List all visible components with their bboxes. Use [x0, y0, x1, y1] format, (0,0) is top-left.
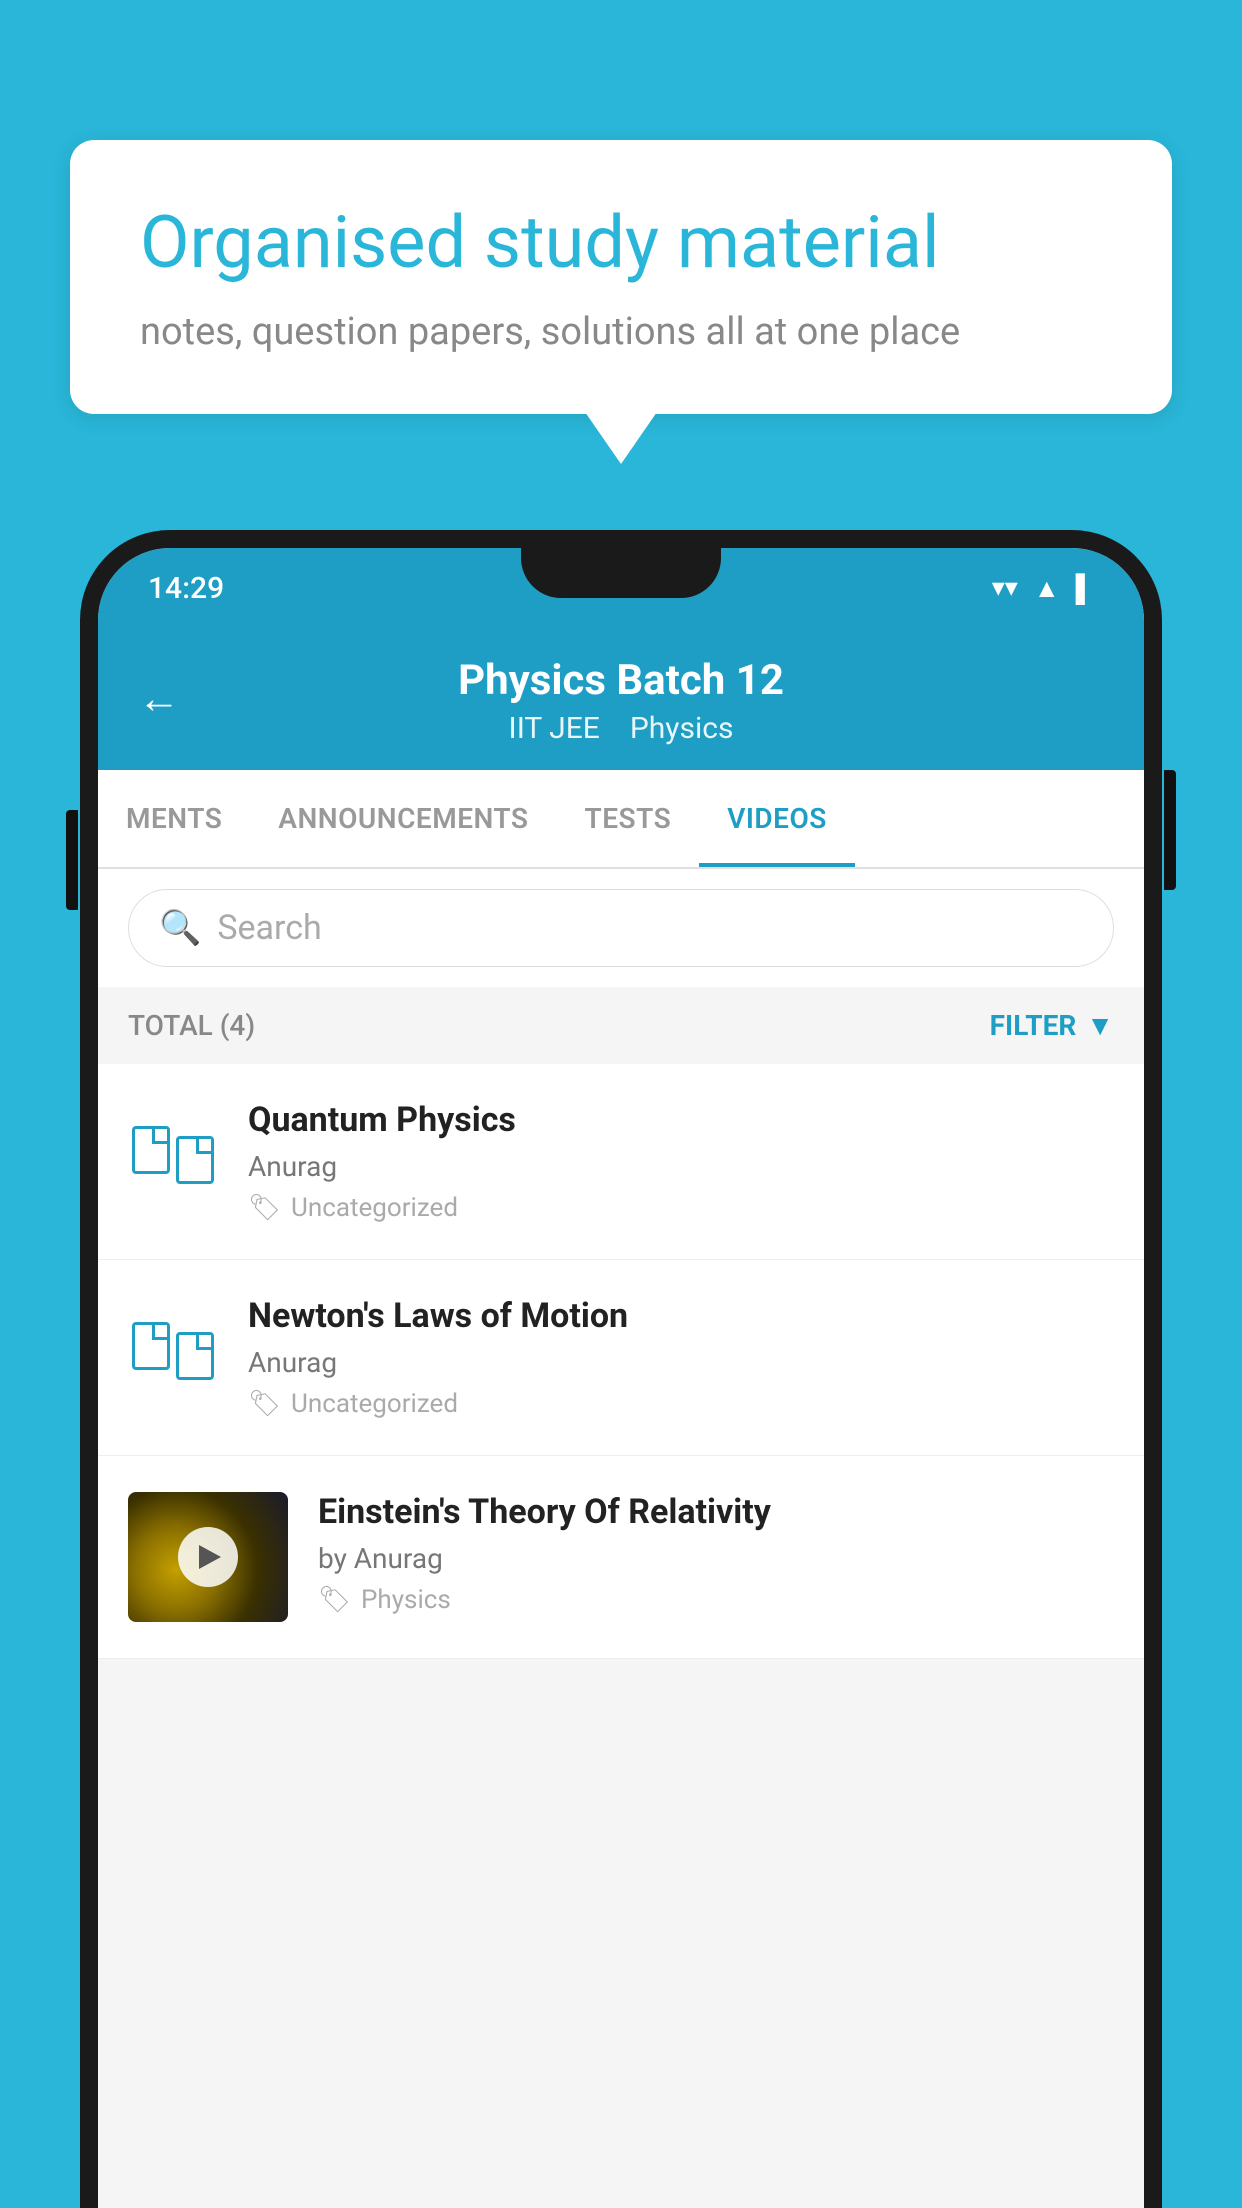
total-count: TOTAL (4)	[128, 1009, 255, 1042]
status-icons: ▾▾ ▲ ▌	[992, 573, 1094, 604]
video-title: Newton's Laws of Motion	[248, 1296, 1114, 1336]
tab-ments[interactable]: MENTS	[98, 770, 250, 867]
search-bar[interactable]: 🔍 Search	[128, 889, 1114, 967]
play-button[interactable]	[178, 1527, 238, 1587]
phone-screen: 14:29 ▾▾ ▲ ▌ ← Physics Batch 12 IIT JEE …	[98, 548, 1144, 2208]
video-title: Einstein's Theory Of Relativity	[318, 1492, 1114, 1532]
search-icon: 🔍	[159, 908, 201, 948]
search-placeholder: Search	[217, 908, 321, 948]
video-tag-row: 🏷 Uncategorized	[248, 1193, 1114, 1223]
back-button[interactable]: ←	[138, 675, 180, 724]
tag-icon: 🏷	[248, 1389, 281, 1419]
battery-icon: ▌	[1076, 573, 1094, 604]
video-tag: Physics	[361, 1585, 451, 1615]
list-item[interactable]: Newton's Laws of Motion Anurag 🏷 Uncateg…	[98, 1260, 1144, 1456]
video-author: Anurag	[248, 1150, 1114, 1183]
video-tag: Uncategorized	[291, 1193, 458, 1223]
list-item[interactable]: Quantum Physics Anurag 🏷 Uncategorized	[98, 1064, 1144, 1260]
filter-bar: TOTAL (4) FILTER ▼	[98, 987, 1144, 1064]
search-container: 🔍 Search	[98, 869, 1144, 987]
file-icon	[132, 1126, 214, 1184]
tag-physics: Physics	[630, 711, 734, 746]
phone-outer: 14:29 ▾▾ ▲ ▌ ← Physics Batch 12 IIT JEE …	[80, 530, 1162, 2208]
video-tag: Uncategorized	[291, 1389, 458, 1419]
file-page-2	[176, 1332, 214, 1380]
file-icon-container	[128, 1110, 218, 1200]
app-bar-subtitle: IIT JEE Physics	[509, 711, 734, 746]
tag-icon: 🏷	[318, 1585, 351, 1615]
tab-announcements[interactable]: ANNOUNCEMENTS	[250, 770, 556, 867]
tag-icon: 🏷	[248, 1193, 281, 1223]
video-title: Quantum Physics	[248, 1100, 1114, 1140]
video-thumbnail	[128, 1492, 288, 1622]
wifi-icon: ▾▾	[992, 573, 1018, 603]
filter-button[interactable]: FILTER ▼	[990, 1009, 1114, 1042]
file-page-1	[132, 1126, 170, 1174]
video-list: Quantum Physics Anurag 🏷 Uncategorized	[98, 1064, 1144, 1659]
speech-bubble-subtitle: notes, question papers, solutions all at…	[140, 310, 1102, 354]
list-item[interactable]: Einstein's Theory Of Relativity by Anura…	[98, 1456, 1144, 1659]
video-tag-row: 🏷 Physics	[318, 1585, 1114, 1615]
tab-videos[interactable]: VIDEOS	[699, 770, 855, 867]
video-info: Quantum Physics Anurag 🏷 Uncategorized	[248, 1100, 1114, 1223]
status-bar: 14:29 ▾▾ ▲ ▌	[98, 548, 1144, 628]
file-page-1	[132, 1322, 170, 1370]
tab-tests[interactable]: TESTS	[557, 770, 700, 867]
speech-bubble-title: Organised study material	[140, 200, 1102, 286]
speech-bubble: Organised study material notes, question…	[70, 140, 1172, 414]
video-author: by Anurag	[318, 1542, 1114, 1575]
speech-bubble-section: Organised study material notes, question…	[70, 140, 1172, 414]
video-tag-row: 🏷 Uncategorized	[248, 1389, 1114, 1419]
signal-icon: ▲	[1034, 573, 1060, 604]
app-bar-title: Physics Batch 12	[458, 656, 784, 705]
thumbnail-bg	[128, 1492, 288, 1622]
tabs-container: MENTS ANNOUNCEMENTS TESTS VIDEOS	[98, 770, 1144, 869]
filter-icon: ▼	[1086, 1009, 1114, 1042]
filter-label: FILTER	[990, 1009, 1077, 1042]
phone-wrapper: 14:29 ▾▾ ▲ ▌ ← Physics Batch 12 IIT JEE …	[80, 530, 1162, 2208]
video-info: Newton's Laws of Motion Anurag 🏷 Uncateg…	[248, 1296, 1114, 1419]
status-time: 14:29	[148, 571, 224, 606]
video-info: Einstein's Theory Of Relativity by Anura…	[318, 1492, 1114, 1615]
tag-iit-jee: IIT JEE	[509, 711, 600, 746]
app-bar: ← Physics Batch 12 IIT JEE Physics	[98, 628, 1144, 770]
play-triangle-icon	[199, 1545, 221, 1569]
file-page-2	[176, 1136, 214, 1184]
file-icon-container	[128, 1306, 218, 1396]
video-author: Anurag	[248, 1346, 1114, 1379]
file-icon	[132, 1322, 214, 1380]
